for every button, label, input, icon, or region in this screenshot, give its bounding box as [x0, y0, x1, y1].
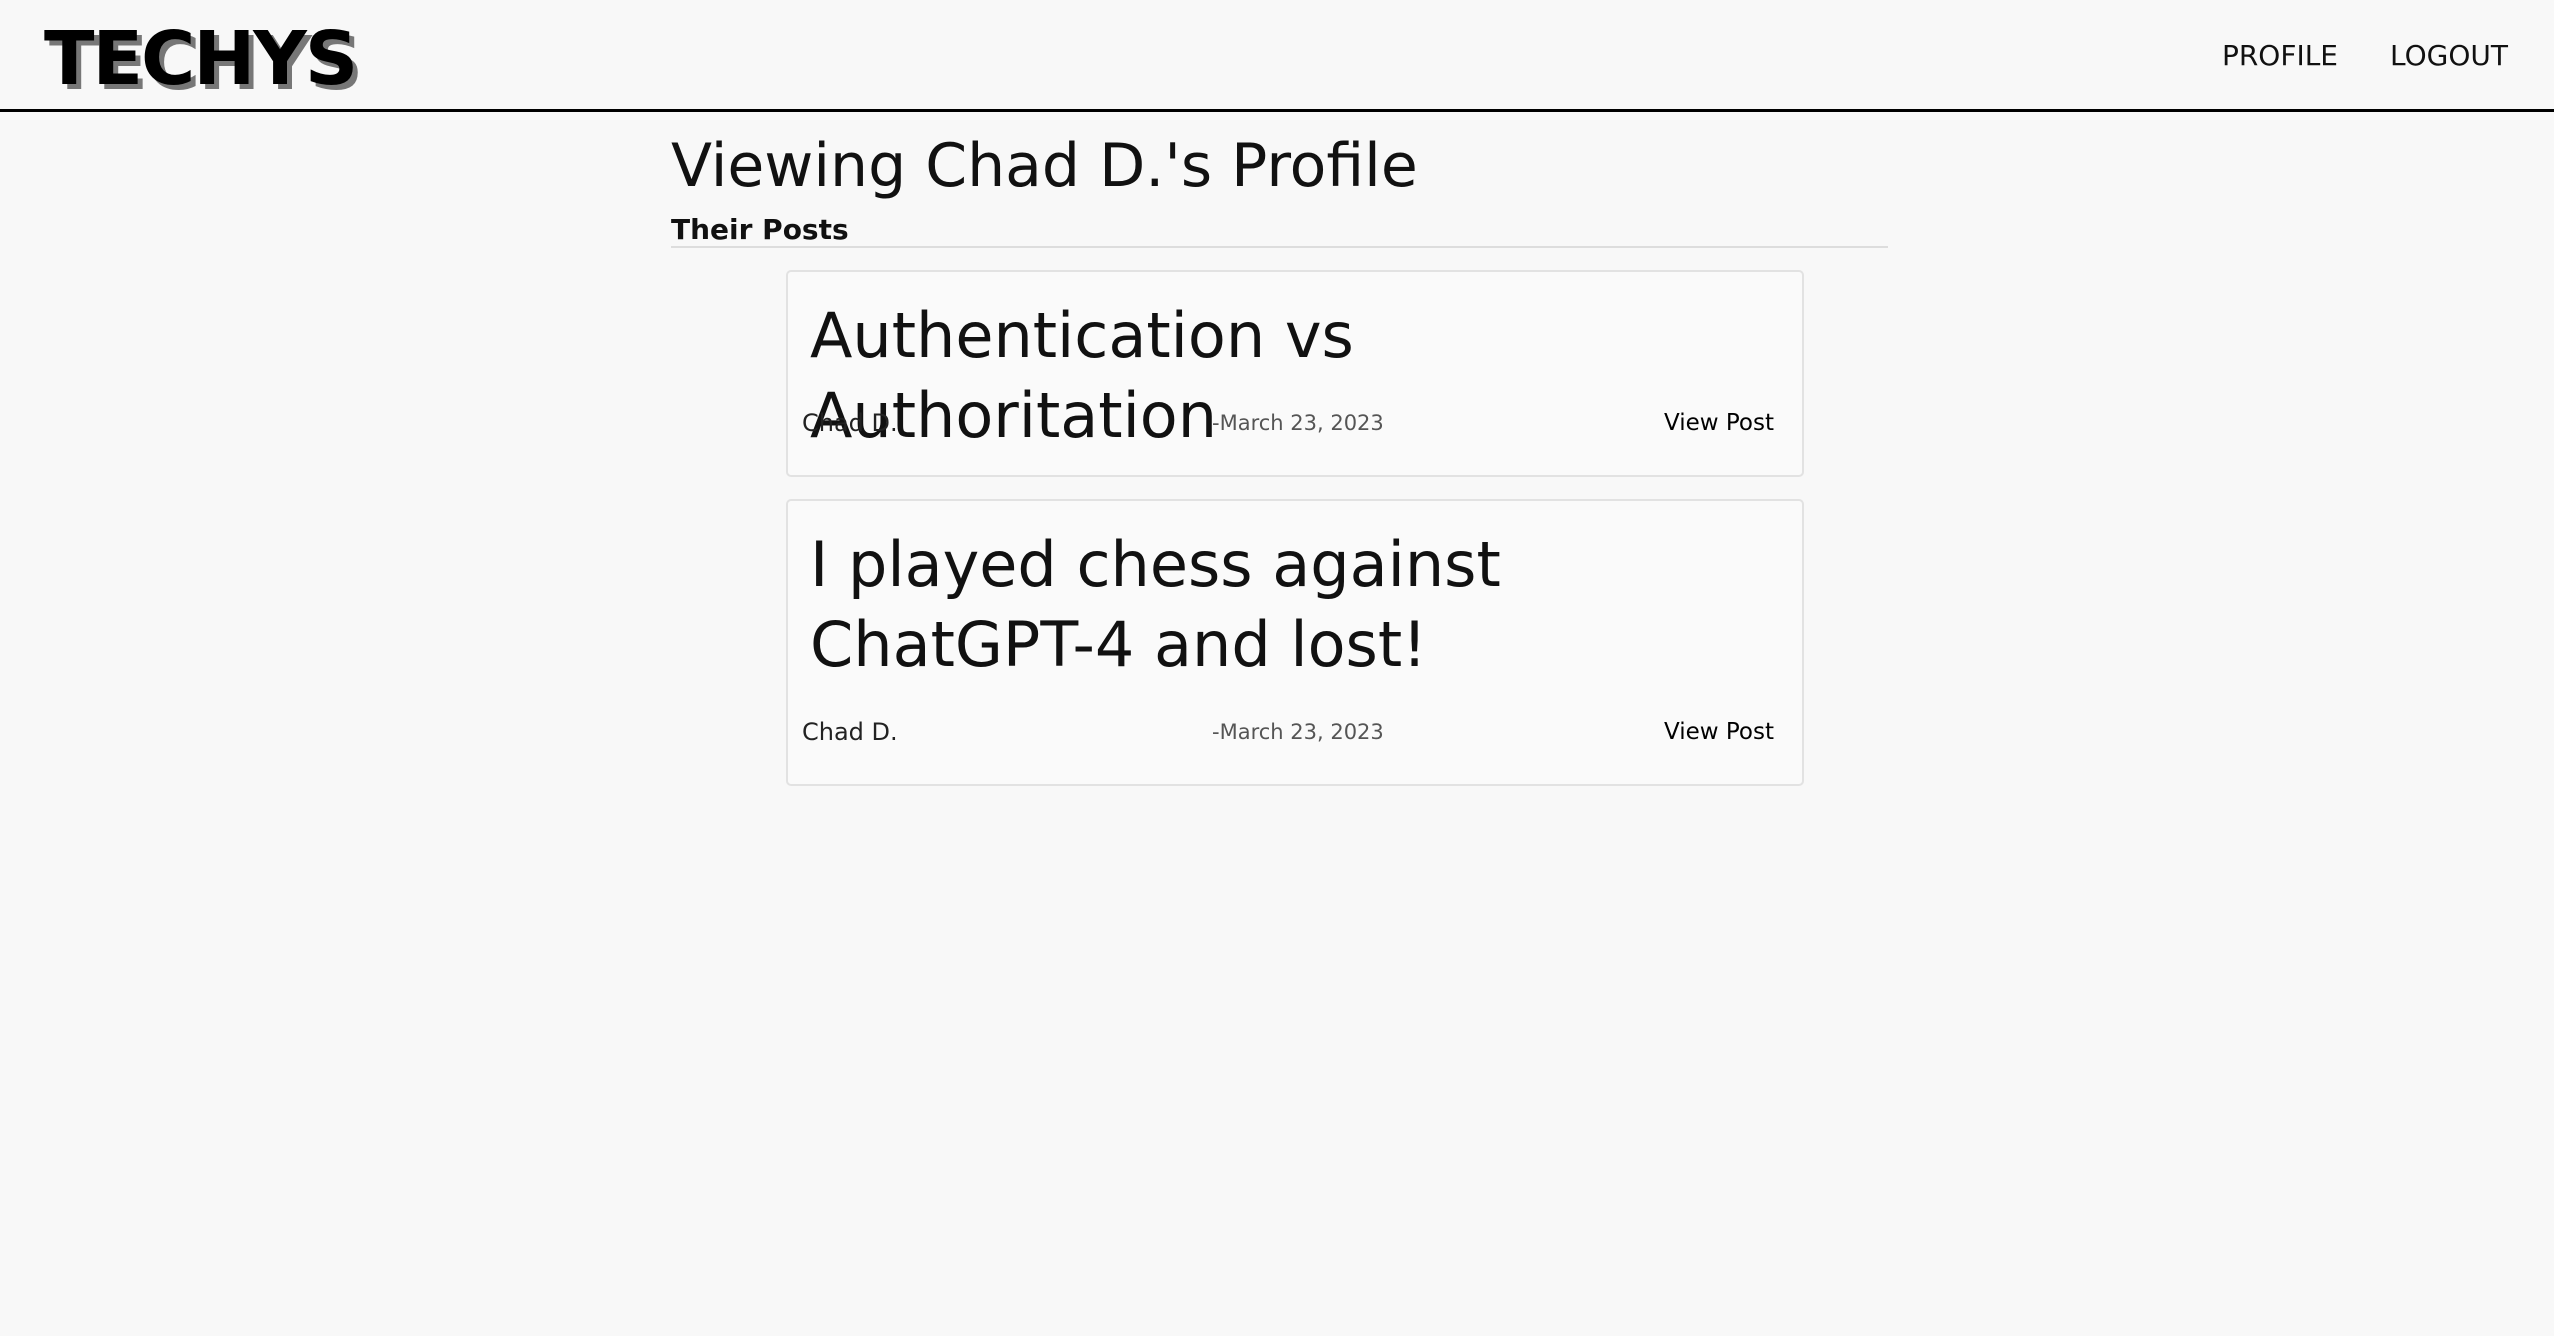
post-author: Chad D. [802, 409, 898, 437]
nav-profile-link[interactable]: PROFILE [2222, 36, 2338, 76]
post-card: I played chess against ChatGPT-4 and los… [786, 499, 1804, 786]
post-date: -March 23, 2023 [1212, 720, 1384, 744]
nav-links: PROFILE LOGOUT [2222, 36, 2508, 76]
view-post-link[interactable]: View Post [1664, 714, 1774, 750]
top-navbar: TECHYS PROFILE LOGOUT [0, 0, 2554, 112]
post-meta: Chad D. -March 23, 2023 View Post [802, 405, 1774, 441]
view-post-link[interactable]: View Post [1664, 405, 1774, 441]
post-author: Chad D. [802, 718, 898, 746]
section-divider [671, 246, 1888, 248]
nav-logout-link[interactable]: LOGOUT [2390, 36, 2508, 76]
page-title: Viewing Chad D.'s Profile [671, 131, 1418, 201]
post-meta: Chad D. -March 23, 2023 View Post [802, 714, 1774, 750]
post-date: -March 23, 2023 [1212, 411, 1384, 435]
section-title: Their Posts [671, 213, 849, 246]
post-card: Authentication vs Authoritation Chad D. … [786, 270, 1804, 477]
site-logo[interactable]: TECHYS [44, 14, 358, 104]
post-title: I played chess against ChatGPT-4 and los… [810, 528, 1501, 681]
